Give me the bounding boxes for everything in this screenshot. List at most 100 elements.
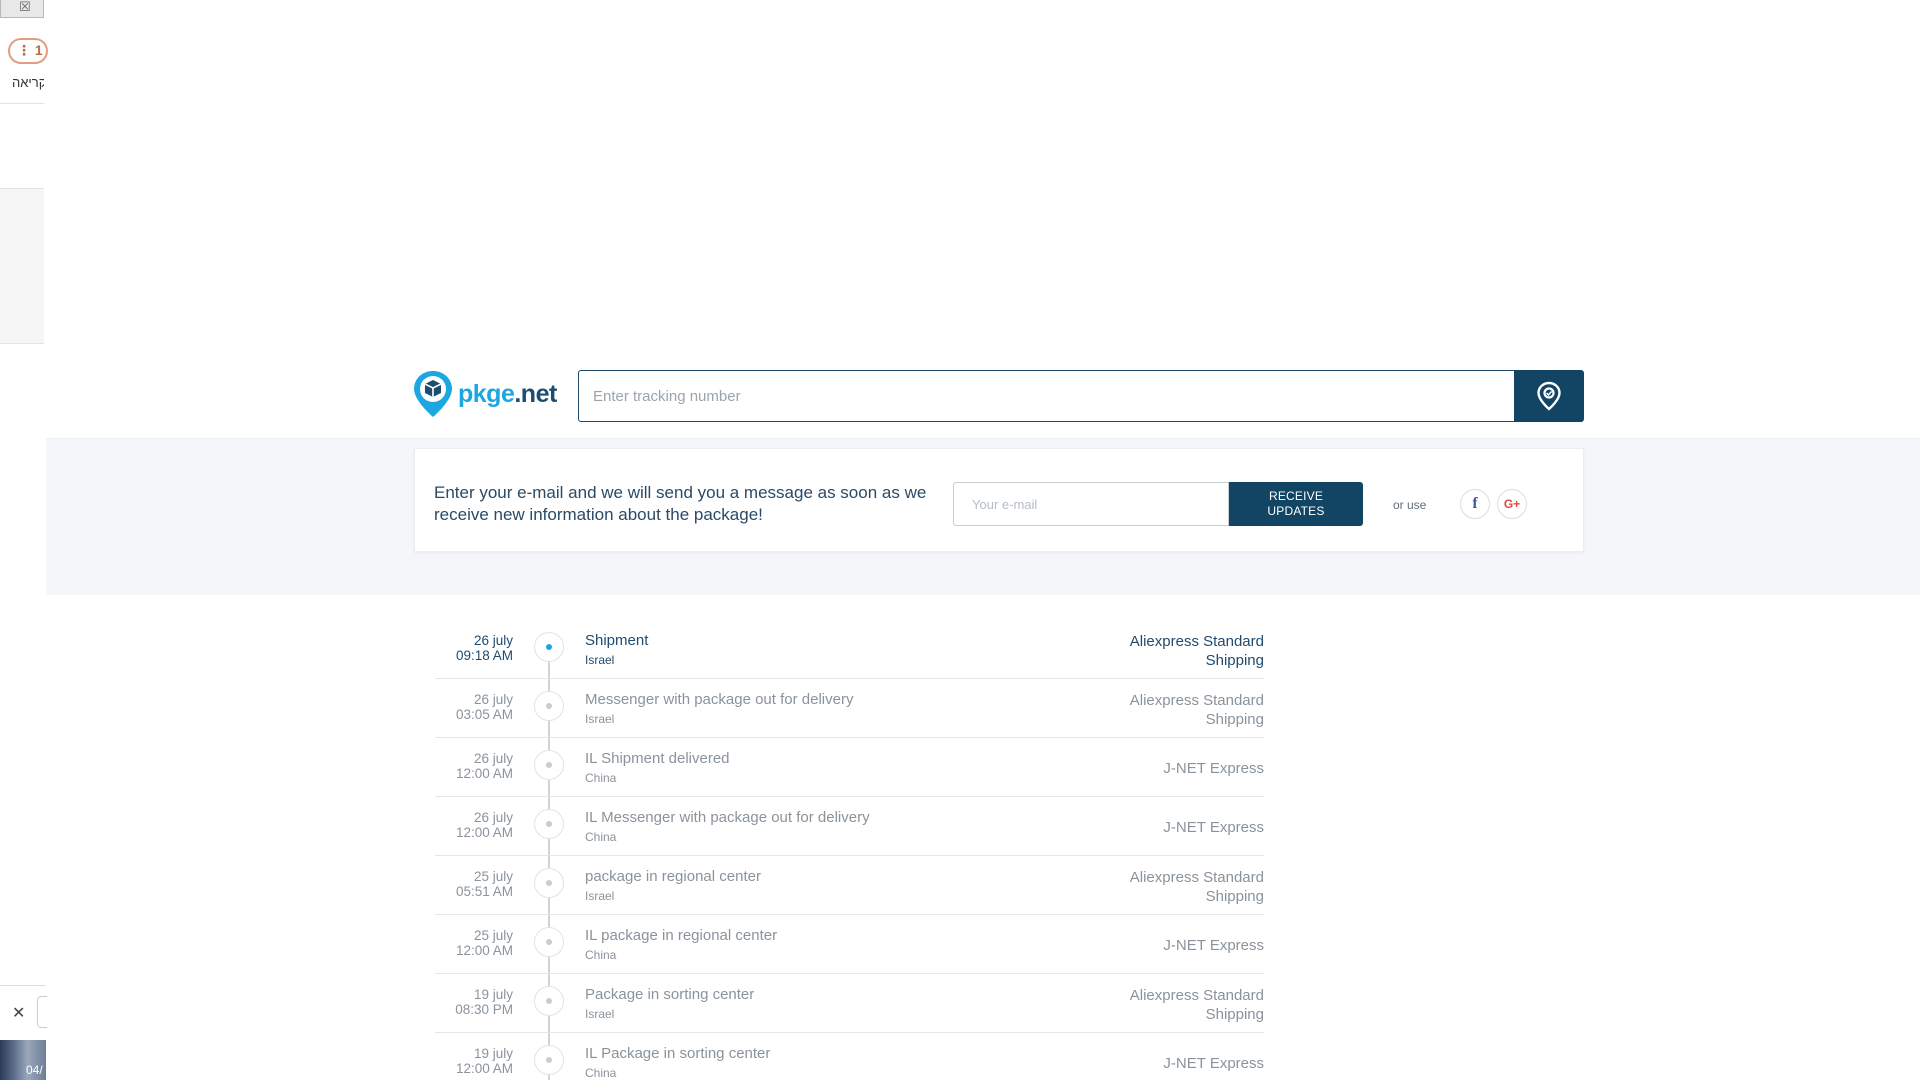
carrier-line1: Aliexpress Standard xyxy=(1129,692,1264,709)
event-title: IL Package in sorting center xyxy=(585,1045,771,1062)
logo-text: pkge.net xyxy=(458,380,557,409)
event-time: 12:00 AM xyxy=(455,1061,513,1076)
event-date: 26 july 09:18 AM xyxy=(435,633,513,663)
site-logo[interactable]: pkge.net xyxy=(412,369,557,419)
event-time: 12:00 AM xyxy=(455,825,513,840)
carrier-line1: Aliexpress Standard xyxy=(1129,987,1264,1004)
facebook-icon[interactable]: f xyxy=(1460,489,1490,519)
event-carrier: Aliexpress Standard Shipping xyxy=(1084,632,1264,670)
close-icon[interactable]: ✕ xyxy=(12,1003,25,1023)
or-use-label: or use xyxy=(1393,498,1427,512)
event-date: 19 july 12:00 AM xyxy=(435,1046,513,1076)
email-field[interactable] xyxy=(953,482,1229,526)
timeline-row: 26 july 03:05 AM Messenger with package o… xyxy=(435,679,1264,738)
event-date: 25 july 12:00 AM xyxy=(435,928,513,958)
tracking-number-input[interactable] xyxy=(578,370,1515,422)
timeline-row: 26 july 12:00 AM IL Messenger with packag… xyxy=(435,797,1264,856)
notify-message: Enter your e-mail and we will send you a… xyxy=(434,483,927,524)
event-carrier: J-NET Express xyxy=(1163,1055,1264,1072)
thumbnail-date: 04/ xyxy=(26,1063,43,1077)
event-title: IL package in regional center xyxy=(585,927,778,944)
timeline-row: 25 july 12:00 AM IL package in regional c… xyxy=(435,915,1264,974)
left-side-panel: ☒ ⋮ 1 קריאה ✕ 04/ xyxy=(0,0,48,1080)
receive-updates-button[interactable]: RECEIVE UPDATES xyxy=(1229,482,1363,526)
close-tab-box[interactable]: ☒ xyxy=(0,0,44,18)
google-plus-icon[interactable]: G+ xyxy=(1497,489,1527,519)
timeline-dot-icon xyxy=(534,632,564,662)
event-location: Israel xyxy=(585,653,615,667)
event-date: 26 july 12:00 AM xyxy=(435,751,513,781)
event-location: Israel xyxy=(585,712,615,726)
event-title: IL Shipment delivered xyxy=(585,750,730,767)
event-day: 26 july xyxy=(473,751,513,766)
timeline-row: 25 july 05:51 AM package in regional cent… xyxy=(435,856,1264,915)
timeline-dot-icon xyxy=(534,927,564,957)
event-time: 12:00 AM xyxy=(455,766,513,781)
event-time: 05:51 AM xyxy=(455,884,513,899)
timeline-dot-icon xyxy=(534,1045,564,1075)
event-time: 03:05 AM xyxy=(455,707,513,722)
receive-updates-label: RECEIVE UPDATES xyxy=(1267,489,1324,519)
close-icon[interactable]: ☒ xyxy=(19,0,31,15)
timeline-dot-icon xyxy=(534,750,564,780)
event-day: 25 july xyxy=(473,928,513,943)
timeline-dot-icon xyxy=(534,691,564,721)
timeline-dot-icon xyxy=(534,986,564,1016)
event-date: 19 july 08:30 PM xyxy=(435,987,513,1017)
event-location: Israel xyxy=(585,889,615,903)
menu-pill-button[interactable]: ⋮ 1 xyxy=(8,38,48,64)
timeline-dot-icon xyxy=(534,868,564,898)
event-time: 12:00 AM xyxy=(455,943,513,958)
event-title: Messenger with package out for delivery xyxy=(585,691,854,708)
side-gray-panel xyxy=(0,188,44,344)
event-title: IL Messenger with package out for delive… xyxy=(585,809,870,826)
event-location: China xyxy=(585,830,617,844)
event-carrier: J-NET Express xyxy=(1163,760,1264,777)
event-location: China xyxy=(585,771,617,785)
event-title: Package in sorting center xyxy=(585,986,755,1003)
package-pin-icon xyxy=(412,369,454,419)
event-location: China xyxy=(585,948,617,962)
logo-tld: .net xyxy=(514,379,557,408)
timeline-dot-icon xyxy=(534,809,564,839)
event-date: 26 july 03:05 AM xyxy=(435,692,513,722)
track-search-button[interactable] xyxy=(1514,370,1584,422)
event-date: 25 july 05:51 AM xyxy=(435,869,513,899)
event-day: 19 july xyxy=(473,1046,513,1061)
taskbar-thumbnail[interactable]: 04/ xyxy=(0,1040,46,1080)
logo-brand: pkge xyxy=(458,379,515,408)
event-day: 25 july xyxy=(473,869,513,884)
event-day: 19 july xyxy=(473,987,513,1002)
event-location: China xyxy=(585,1066,617,1080)
event-title: package in regional center xyxy=(585,868,761,885)
timeline-row: 26 july 09:18 AM Shipment Israel Aliexpre… xyxy=(435,620,1264,679)
event-location: Israel xyxy=(585,1007,615,1021)
carrier-line1: Aliexpress Standard xyxy=(1129,633,1264,650)
location-pin-icon xyxy=(1537,381,1561,411)
receive-label-line1: RECEIVE xyxy=(1268,489,1324,503)
carrier-line2: Shipping xyxy=(1205,888,1264,905)
more-icon: ⋮ 1 xyxy=(17,42,43,58)
event-carrier: Aliexpress Standard Shipping xyxy=(1084,868,1264,906)
carrier-line1: Aliexpress Standard xyxy=(1129,869,1264,886)
event-day: 26 july xyxy=(473,810,513,825)
reading-label: קריאה xyxy=(12,75,44,90)
event-carrier: J-NET Express xyxy=(1163,819,1264,836)
timeline-row: 19 july 08:30 PM Package in sorting cente… xyxy=(435,974,1264,1033)
receive-label-line2: UPDATES xyxy=(1267,504,1325,518)
event-carrier: J-NET Express xyxy=(1163,937,1264,954)
tracking-timeline: 26 july 09:18 AM Shipment Israel Aliexpre… xyxy=(435,620,1264,1080)
event-carrier: Aliexpress Standard Shipping xyxy=(1084,986,1264,1024)
divider xyxy=(0,985,46,986)
carrier-line2: Shipping xyxy=(1205,711,1264,728)
event-day: 26 july xyxy=(473,692,513,707)
event-day: 26 july xyxy=(473,633,513,648)
event-time: 09:18 AM xyxy=(455,648,513,663)
timeline-row: 26 july 12:00 AM IL Shipment delivered Ch… xyxy=(435,738,1264,797)
carrier-line2: Shipping xyxy=(1205,652,1264,669)
input-edge[interactable] xyxy=(37,996,47,1028)
email-notify-card: Enter your e-mail and we will send you a… xyxy=(414,448,1584,552)
event-title: Shipment xyxy=(585,632,649,649)
event-date: 26 july 12:00 AM xyxy=(435,810,513,840)
carrier-line2: Shipping xyxy=(1205,1006,1264,1023)
